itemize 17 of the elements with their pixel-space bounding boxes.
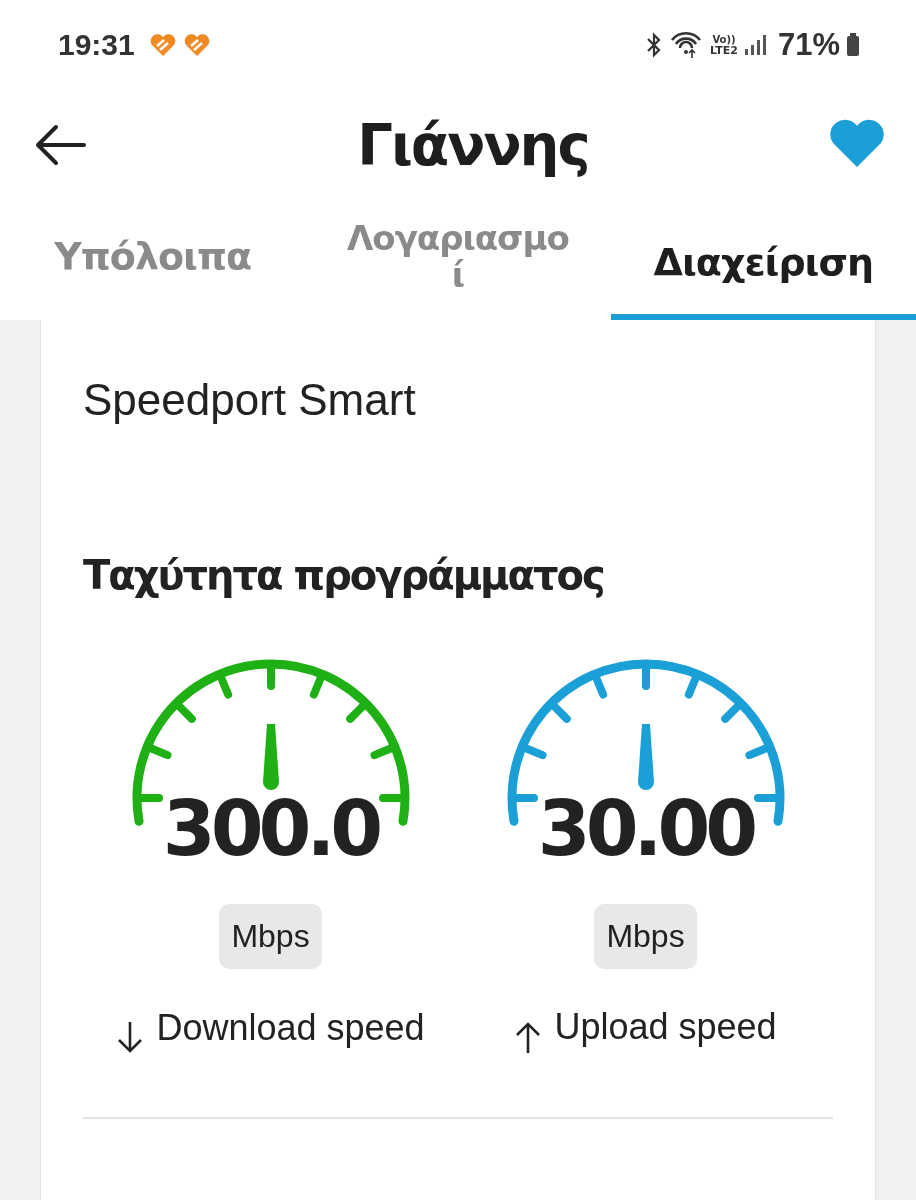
- heart-icon: [148, 32, 177, 58]
- battery-icon: [846, 32, 860, 58]
- speed-value: 30.00: [537, 784, 754, 874]
- section-heading: Ταχύτητα προγράμματος: [83, 552, 605, 598]
- clock-time: 19:31: [58, 28, 135, 62]
- battery-level: 71%: [777, 27, 840, 63]
- page-title: Γιάννης: [357, 112, 589, 178]
- network-label: LTE2: [710, 44, 738, 56]
- speed-value: 300.0: [162, 784, 379, 874]
- speed-label: Upload speed: [554, 1006, 777, 1048]
- field-value: Speedport Smart: [83, 374, 417, 426]
- unit-badge: Mbps: [219, 904, 322, 969]
- heart-icon: [182, 32, 211, 58]
- signal-icon: [743, 33, 766, 57]
- unit-badge: Mbps: [594, 904, 697, 969]
- speed-label: Download speed: [156, 1007, 425, 1049]
- volte-label: Vo)): [712, 34, 736, 45]
